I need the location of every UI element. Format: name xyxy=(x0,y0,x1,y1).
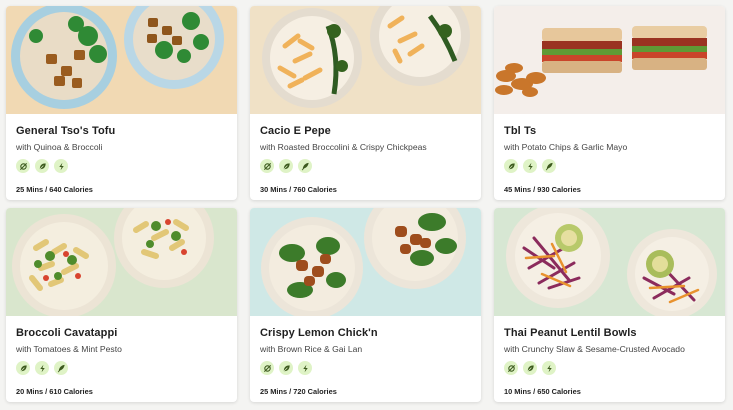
meal-card[interactable]: Crispy Lemon Chick'n with Brown Rice & G… xyxy=(250,208,481,402)
no-meat-icon xyxy=(16,159,30,173)
leaf-icon xyxy=(279,159,293,173)
meal-photo[interactable] xyxy=(494,208,725,316)
leaf-icon xyxy=(16,361,30,375)
meal-subtitle: with Brown Rice & Gai Lan xyxy=(260,344,363,354)
meal-photo[interactable] xyxy=(494,6,725,114)
meal-photo[interactable] xyxy=(250,6,481,114)
meal-meta: 25 Mins / 720 Calories xyxy=(260,387,337,396)
meal-card[interactable]: Cacio E Pepe with Roasted Broccolini & C… xyxy=(250,6,481,200)
lightning-icon xyxy=(298,361,312,375)
diet-badges xyxy=(16,361,227,375)
meal-subtitle: with Crunchy Slaw & Sesame-Crusted Avoca… xyxy=(504,344,685,354)
lightning-icon xyxy=(35,361,49,375)
meal-meta: 45 Mins / 930 Calories xyxy=(504,185,581,194)
meal-card[interactable]: Thai Peanut Lentil Bowls with Crunchy Sl… xyxy=(494,208,725,402)
meal-grid: General Tso's Tofu with Quinoa & Broccol… xyxy=(6,6,725,402)
feather-icon xyxy=(542,159,556,173)
meal-card[interactable]: General Tso's Tofu with Quinoa & Broccol… xyxy=(6,6,237,200)
meal-title[interactable]: Broccoli Cavatappi xyxy=(16,327,227,339)
meal-meta: 10 Mins / 650 Calories xyxy=(504,387,581,396)
meal-card[interactable]: Broccoli Cavatappi with Tomatoes & Mint … xyxy=(6,208,237,402)
leaf-icon xyxy=(35,159,49,173)
meal-title[interactable]: Cacio E Pepe xyxy=(260,125,471,137)
meal-photo[interactable] xyxy=(6,208,237,316)
meal-title[interactable]: General Tso's Tofu xyxy=(16,125,227,137)
meal-title[interactable]: Tbl Ts xyxy=(504,125,715,137)
diet-badges xyxy=(260,361,471,375)
leaf-icon xyxy=(504,159,518,173)
meal-photo[interactable] xyxy=(250,208,481,316)
leaf-icon xyxy=(279,361,293,375)
diet-badges xyxy=(504,159,715,173)
meal-meta: 30 Mins / 760 Calories xyxy=(260,185,337,194)
meal-meta: 20 Mins / 610 Calories xyxy=(16,387,93,396)
lightning-icon xyxy=(542,361,556,375)
meal-title[interactable]: Thai Peanut Lentil Bowls xyxy=(504,327,715,339)
diet-badges xyxy=(16,159,227,173)
meal-subtitle: with Roasted Broccolini & Crispy Chickpe… xyxy=(260,142,427,152)
no-meat-icon xyxy=(260,159,274,173)
meal-photo[interactable] xyxy=(6,6,237,114)
leaf-icon xyxy=(523,361,537,375)
diet-badges xyxy=(504,361,715,375)
no-meat-icon xyxy=(504,361,518,375)
meal-subtitle: with Quinoa & Broccoli xyxy=(16,142,103,152)
feather-icon xyxy=(298,159,312,173)
meal-meta: 25 Mins / 640 Calories xyxy=(16,185,93,194)
meal-title[interactable]: Crispy Lemon Chick'n xyxy=(260,327,471,339)
no-meat-icon xyxy=(260,361,274,375)
meal-subtitle: with Potato Chips & Garlic Mayo xyxy=(504,142,628,152)
feather-icon xyxy=(54,361,68,375)
diet-badges xyxy=(260,159,471,173)
meal-card[interactable]: Tbl Ts with Potato Chips & Garlic Mayo 4… xyxy=(494,6,725,200)
meal-subtitle: with Tomatoes & Mint Pesto xyxy=(16,344,122,354)
lightning-icon xyxy=(523,159,537,173)
lightning-icon xyxy=(54,159,68,173)
